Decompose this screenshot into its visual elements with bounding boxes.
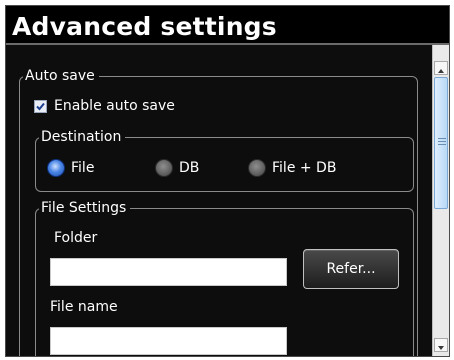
radio-db-label: DB (179, 160, 200, 176)
vertical-scrollbar[interactable] (432, 45, 449, 356)
refer-button[interactable]: Refer... (303, 249, 399, 289)
folder-label: Folder (54, 230, 98, 246)
auto-save-group: Auto save Enable auto save Destination F… (19, 67, 418, 356)
radio-file-db[interactable]: File + DB (248, 159, 358, 179)
file-settings-legend: File Settings (39, 199, 131, 217)
auto-save-legend: Auto save (23, 67, 99, 85)
scroll-thumb[interactable] (434, 77, 448, 209)
window-title: Advanced settings (12, 12, 277, 41)
radio-file-db-indicator[interactable] (248, 159, 266, 177)
scroll-down-button[interactable] (434, 338, 448, 352)
enable-auto-save-label: Enable auto save (54, 98, 175, 114)
check-icon (36, 102, 45, 111)
folder-input[interactable] (50, 258, 287, 286)
file-name-input[interactable] (50, 327, 287, 355)
file-name-label: File name (50, 299, 118, 315)
radio-db-indicator[interactable] (155, 159, 173, 177)
title-bar: Advanced settings (6, 6, 449, 45)
scroll-up-button[interactable] (434, 61, 448, 75)
radio-db[interactable]: DB (155, 159, 225, 179)
checkbox-box[interactable] (34, 100, 47, 113)
file-settings-group: File Settings Folder Refer... File name (35, 199, 414, 356)
destination-group: Destination File DB File + DB (35, 128, 414, 192)
enable-auto-save-checkbox[interactable]: Enable auto save (34, 97, 194, 117)
up-arrow-icon (438, 69, 444, 73)
radio-file-label: File (71, 160, 95, 176)
radio-file-db-label: File + DB (272, 160, 337, 176)
radio-file-indicator[interactable] (47, 159, 65, 177)
radio-file[interactable]: File (47, 159, 137, 179)
grip-line (438, 144, 446, 145)
settings-content: Auto save Enable auto save Destination F… (6, 45, 434, 356)
grip-line (438, 141, 446, 142)
destination-legend: Destination (39, 128, 126, 146)
advanced-settings-window: Advanced settings Auto save Enable auto … (5, 5, 450, 357)
down-arrow-icon (438, 346, 444, 350)
grip-line (438, 138, 446, 139)
